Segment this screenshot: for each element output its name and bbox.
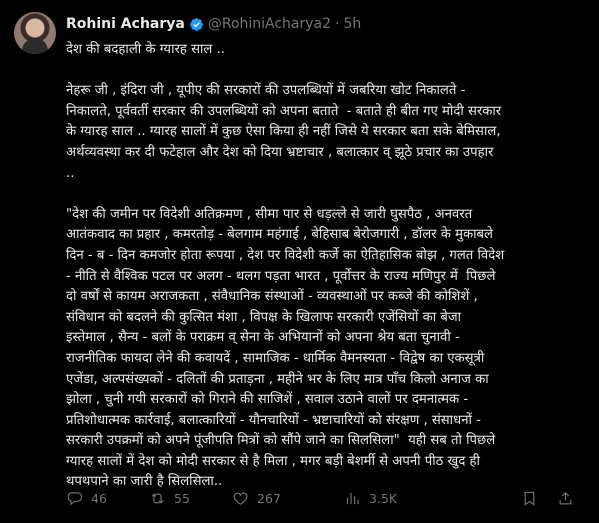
author-handle[interactable]: @RohiniAcharya2 [208,16,331,32]
reply-count: 46 [91,490,107,506]
bookmark-button[interactable] [521,490,538,507]
action-bar: 46 55 267 3.5K [66,488,588,508]
views-button[interactable]: 3.5K [344,490,397,507]
timestamp[interactable]: 5h [344,16,362,32]
share-button[interactable] [557,490,574,507]
verified-badge-icon [189,17,203,31]
repost-count: 55 [174,490,190,506]
reply-button[interactable]: 46 [66,490,107,507]
like-count: 267 [257,490,281,506]
bookmark-icon [524,491,535,506]
tweet[interactable]: Rohini Acharya @RohiniAcharya2 · 5h देश … [0,0,599,523]
separator-dot: · [335,16,340,32]
like-button[interactable]: 267 [232,490,281,507]
reply-icon [67,491,83,505]
views-chart-icon [346,492,359,504]
views-count: 3.5K [369,490,398,506]
share-icon [559,491,572,504]
retweet-icon [151,492,164,504]
repost-button[interactable]: 55 [149,490,190,507]
tweet-header: Rohini Acharya @RohiniAcharya2 · 5h [66,14,361,34]
avatar[interactable] [14,12,56,54]
author-name[interactable]: Rohini Acharya [66,16,185,32]
heart-icon [233,492,248,505]
tweet-text: देश की बदहाली के ग्यारह साल .. नेहरू जी … [66,42,505,490]
